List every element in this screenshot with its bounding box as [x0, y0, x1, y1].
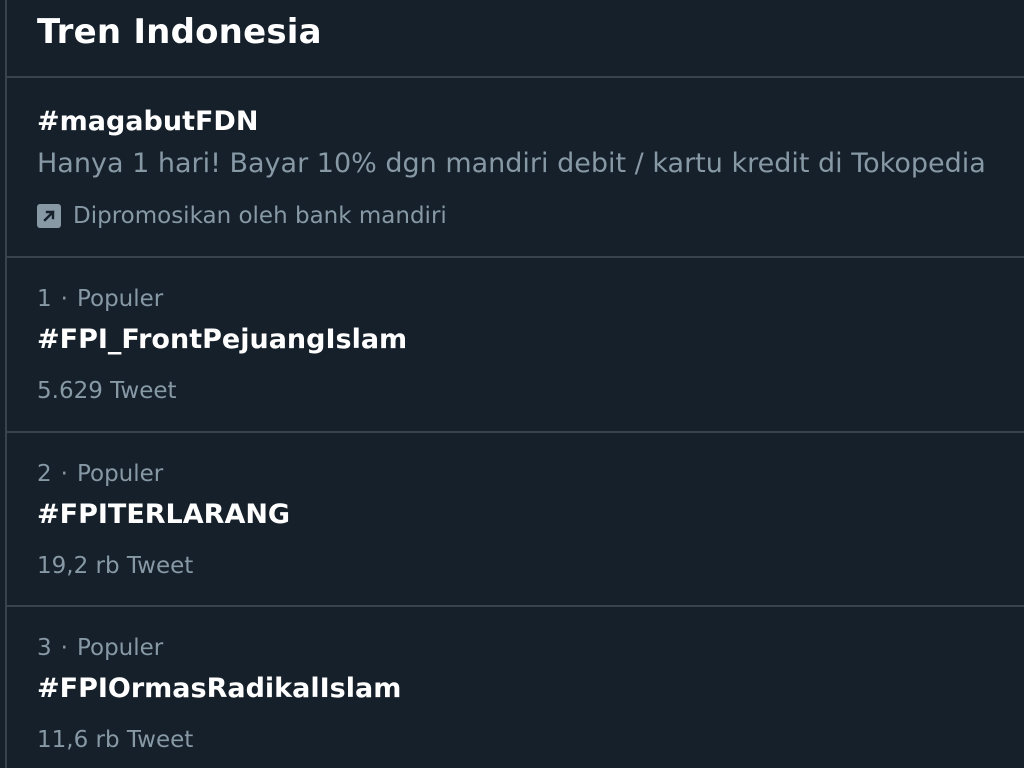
trend-tweet-count: 11,6 rb Tweet: [37, 727, 194, 753]
promoted-description: Hanya 1 hari! Bayar 10% dgn mandiri debi…: [37, 148, 986, 179]
trend-item[interactable]: 2 · Populer #FPITERLARANG 19,2 rb Tweet: [7, 433, 1024, 607]
trend-hashtag[interactable]: #FPITERLARANG: [37, 499, 290, 530]
promoted-by-label: Dipromosikan oleh bank mandiri: [73, 203, 447, 229]
trend-rank: 3: [37, 635, 52, 661]
trends-header: Tren Indonesia: [7, 0, 1024, 78]
trend-separator: ·: [60, 461, 68, 487]
trend-meta: 2 · Populer: [37, 461, 163, 487]
promoted-trend[interactable]: #magabutFDN Hanya 1 hari! Bayar 10% dgn …: [7, 78, 1024, 258]
trend-item[interactable]: 1 · Populer #FPI_FrontPejuangIslam 5.629 T…: [7, 258, 1024, 433]
trend-tweet-count: 19,2 rb Tweet: [37, 553, 194, 579]
trend-category: Populer: [76, 461, 164, 487]
promoted-hashtag[interactable]: #magabutFDN: [37, 106, 258, 137]
trend-separator: ·: [60, 635, 68, 661]
trend-rank: 1: [37, 286, 52, 312]
trend-hashtag[interactable]: #FPIOrmasRadikalIslam: [37, 673, 401, 704]
trend-meta: 1 · Populer: [37, 286, 163, 312]
trends-panel: Tren Indonesia #magabutFDN Hanya 1 hari!…: [0, 0, 1024, 768]
trend-separator: ·: [60, 286, 68, 312]
trend-rank: 2: [37, 461, 52, 487]
trend-meta: 3 · Populer: [37, 635, 163, 661]
promoted-arrow-icon: [37, 204, 61, 228]
trends-title: Tren Indonesia: [37, 12, 322, 52]
trend-hashtag[interactable]: #FPI_FrontPejuangIslam: [37, 324, 407, 355]
trend-tweet-count: 5.629 Tweet: [37, 378, 177, 404]
trend-category: Populer: [76, 635, 164, 661]
trend-category: Populer: [76, 286, 164, 312]
trend-item[interactable]: 3 · Populer #FPIOrmasRadikalIslam 11,6 rb …: [7, 607, 1024, 768]
promoted-by-line: Dipromosikan oleh bank mandiri: [37, 202, 447, 230]
